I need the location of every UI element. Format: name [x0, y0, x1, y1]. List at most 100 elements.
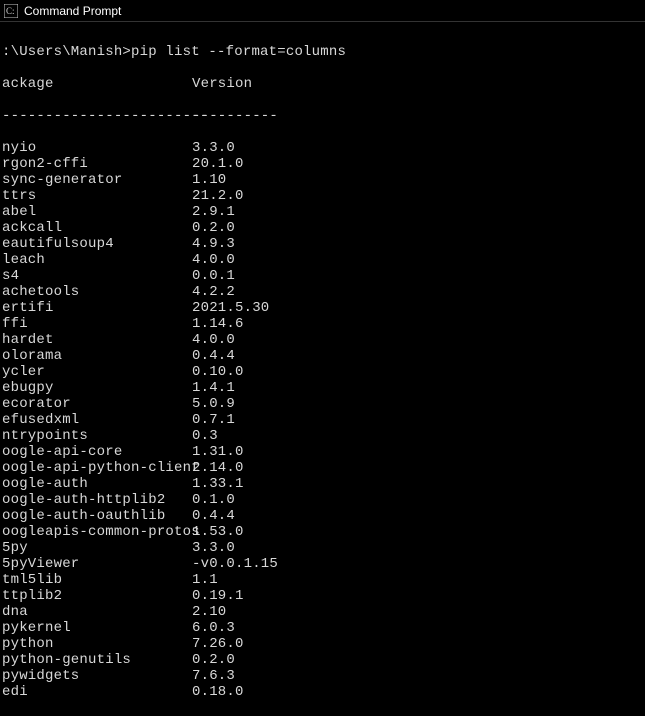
package-version: 1.53.0: [192, 524, 244, 540]
svg-text:C:: C:: [6, 6, 15, 16]
package-name: pykernel: [2, 620, 192, 636]
package-name: ntrypoints: [2, 428, 192, 444]
package-row: pykernel6.0.3: [2, 620, 645, 636]
package-name: python-genutils: [2, 652, 192, 668]
package-name: rgon2-cffi: [2, 156, 192, 172]
package-name: ycler: [2, 364, 192, 380]
window-title: Command Prompt: [24, 4, 121, 18]
package-row: python7.26.0: [2, 636, 645, 652]
package-row: 5py3.3.0: [2, 540, 645, 556]
package-version: 1.33.1: [192, 476, 244, 492]
package-name: pywidgets: [2, 668, 192, 684]
package-row: nyio3.3.0: [2, 140, 645, 156]
package-version: 1.1: [192, 572, 218, 588]
package-row: ackcall0.2.0: [2, 220, 645, 236]
package-name: oogle-auth: [2, 476, 192, 492]
package-row: ecorator5.0.9: [2, 396, 645, 412]
package-row: oogle-auth-httplib20.1.0: [2, 492, 645, 508]
package-version: 4.0.0: [192, 252, 235, 268]
package-name: s4: [2, 268, 192, 284]
package-row: python-genutils0.2.0: [2, 652, 645, 668]
package-header: ackage: [2, 76, 192, 92]
package-row: oogle-api-python-client2.14.0: [2, 460, 645, 476]
package-name: ebugpy: [2, 380, 192, 396]
version-divider: ----------: [192, 108, 278, 124]
package-name: sync-generator: [2, 172, 192, 188]
package-list: nyio3.3.0rgon2-cffi20.1.0sync-generator1…: [2, 140, 645, 700]
package-name: olorama: [2, 348, 192, 364]
package-version: 2.14.0: [192, 460, 244, 476]
package-row: dna2.10: [2, 604, 645, 620]
package-row: oogleapis-common-protos1.53.0: [2, 524, 645, 540]
package-name: ertifi: [2, 300, 192, 316]
package-row: ttplib20.19.1: [2, 588, 645, 604]
package-version: 1.14.6: [192, 316, 244, 332]
package-name: oogleapis-common-protos: [2, 524, 192, 540]
package-name: ackcall: [2, 220, 192, 236]
package-name: 5pyViewer: [2, 556, 192, 572]
package-name: oogle-api-python-client: [2, 460, 192, 476]
package-name: hardet: [2, 332, 192, 348]
package-version: 0.4.4: [192, 508, 235, 524]
package-version: 0.1.0: [192, 492, 235, 508]
package-version: 20.1.0: [192, 156, 244, 172]
package-version: 2021.5.30: [192, 300, 269, 316]
package-name: oogle-auth-httplib2: [2, 492, 192, 508]
package-name: ffi: [2, 316, 192, 332]
package-name: eautifulsoup4: [2, 236, 192, 252]
package-row: s40.0.1: [2, 268, 645, 284]
package-row: ffi1.14.6: [2, 316, 645, 332]
package-row: ntrypoints0.3: [2, 428, 645, 444]
package-row: pywidgets7.6.3: [2, 668, 645, 684]
package-name: oogle-api-core: [2, 444, 192, 460]
package-name: oogle-auth-oauthlib: [2, 508, 192, 524]
package-row: edi0.18.0: [2, 684, 645, 700]
package-row: oogle-api-core1.31.0: [2, 444, 645, 460]
title-bar[interactable]: C: Command Prompt: [0, 0, 645, 22]
package-name: tml5lib: [2, 572, 192, 588]
package-row: achetools4.2.2: [2, 284, 645, 300]
package-version: 0.4.4: [192, 348, 235, 364]
package-version: 0.0.1: [192, 268, 235, 284]
package-version: 0.19.1: [192, 588, 244, 604]
package-version: 3.3.0: [192, 140, 235, 156]
package-name: abel: [2, 204, 192, 220]
package-version: 0.10.0: [192, 364, 244, 380]
version-header: Version: [192, 76, 252, 92]
package-version: 4.2.2: [192, 284, 235, 300]
package-name: leach: [2, 252, 192, 268]
package-name: edi: [2, 684, 192, 700]
package-row: olorama0.4.4: [2, 348, 645, 364]
package-version: -v0.0.1.15: [192, 556, 278, 572]
package-row: oogle-auth-oauthlib0.4.4: [2, 508, 645, 524]
package-name: python: [2, 636, 192, 652]
package-name: ttplib2: [2, 588, 192, 604]
package-row: sync-generator1.10: [2, 172, 645, 188]
column-dividers: ----------------------------------: [2, 108, 645, 124]
cmd-icon: C:: [4, 4, 18, 18]
package-version: 1.10: [192, 172, 226, 188]
package-version: 21.2.0: [192, 188, 244, 204]
package-row: ycler0.10.0: [2, 364, 645, 380]
package-name: ttrs: [2, 188, 192, 204]
package-name: ecorator: [2, 396, 192, 412]
package-name: efusedxml: [2, 412, 192, 428]
package-version: 1.31.0: [192, 444, 244, 460]
package-version: 5.0.9: [192, 396, 235, 412]
column-headers: ackageVersion: [2, 76, 645, 92]
package-divider: ------------------------: [2, 108, 192, 124]
package-row: efusedxml0.7.1: [2, 412, 645, 428]
package-row: leach4.0.0: [2, 252, 645, 268]
package-version: 4.9.3: [192, 236, 235, 252]
package-version: 0.2.0: [192, 220, 235, 236]
package-version: 0.2.0: [192, 652, 235, 668]
package-version: 0.18.0: [192, 684, 244, 700]
package-version: 4.0.0: [192, 332, 235, 348]
package-version: 2.9.1: [192, 204, 235, 220]
terminal-output[interactable]: :\Users\Manish>pip list --format=columns…: [0, 22, 645, 716]
package-version: 0.7.1: [192, 412, 235, 428]
package-name: achetools: [2, 284, 192, 300]
package-version: 7.6.3: [192, 668, 235, 684]
package-row: abel2.9.1: [2, 204, 645, 220]
package-row: oogle-auth1.33.1: [2, 476, 645, 492]
